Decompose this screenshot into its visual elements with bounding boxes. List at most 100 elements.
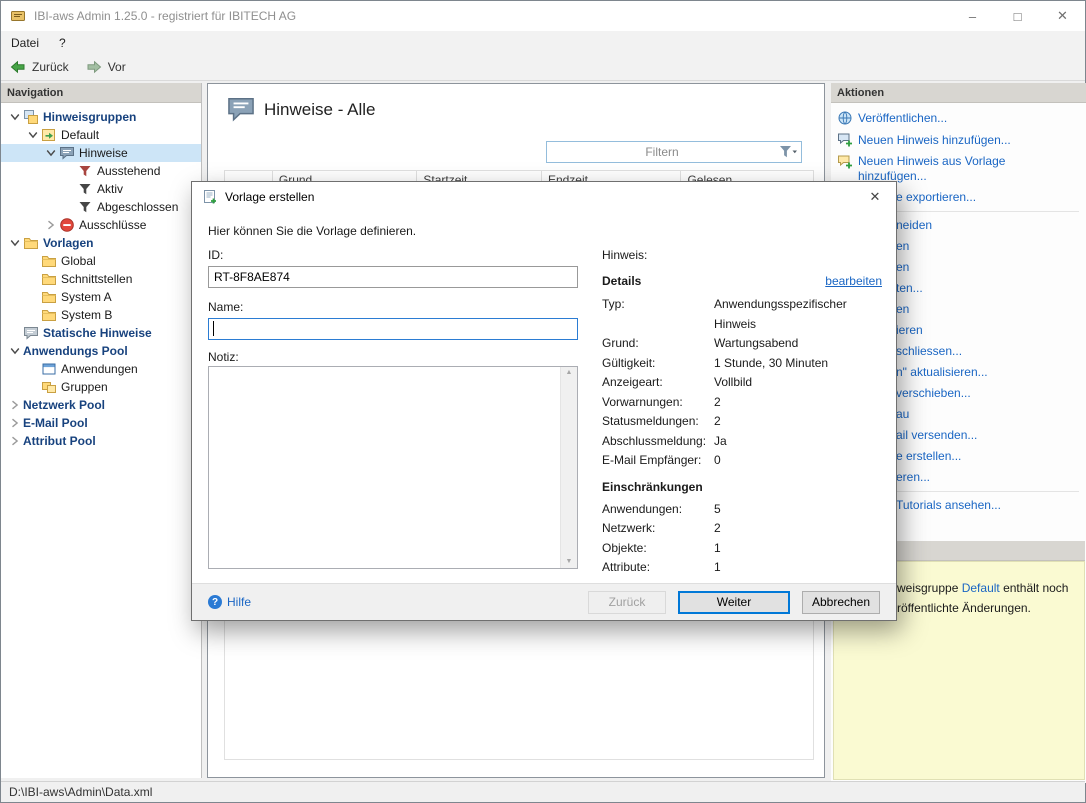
hinweis-icon (59, 145, 75, 161)
detail-label: Vorwarnungen: (602, 393, 714, 413)
chevron-down-icon[interactable] (43, 149, 59, 157)
window-icon (41, 361, 57, 377)
page-title: Hinweise - Alle (264, 100, 376, 120)
detail-value: 1 Stunde, 30 Minuten (714, 354, 882, 374)
maximize-button[interactable]: □ (995, 1, 1040, 31)
tree-item-anwendungs-pool[interactable]: Anwendungs Pool (1, 342, 201, 360)
tree-item-gruppen[interactable]: Gruppen (1, 378, 201, 396)
detail-value: Ja (714, 432, 882, 452)
help-icon: ? (208, 595, 222, 609)
tree-item-hinweisgruppen[interactable]: Hinweisgruppen (1, 108, 201, 126)
tree-item-label: Ausschlüsse (79, 218, 150, 232)
next-button[interactable]: Weiter (678, 591, 790, 614)
actions-header: Aktionen (831, 83, 1086, 103)
dialog-close-icon[interactable]: ✕ (854, 182, 896, 212)
tree-item-label: Aktiv (97, 182, 127, 196)
forward-button[interactable]: Vor (77, 54, 134, 80)
back-label: Zurück (32, 60, 69, 74)
navigation-panel: Navigation HinweisgruppenDefaultHinweise… (1, 83, 202, 778)
hinweis-bubble-icon (226, 96, 256, 122)
tree-item-label: Anwendungen (61, 362, 142, 376)
add-hinweis-icon (837, 132, 853, 148)
menu-help[interactable]: ? (49, 31, 76, 54)
scroll-down-icon[interactable]: ▼ (566, 558, 573, 566)
action-label: Neuen Hinweis hinzufügen... (858, 133, 1011, 148)
action-label: neiden (896, 218, 932, 233)
chevron-down-icon[interactable] (7, 347, 23, 355)
chevron-down-icon[interactable] (7, 113, 23, 121)
tree-item-aktiv[interactable]: Aktiv (1, 180, 201, 198)
tree-item-label: Anwendungs Pool (23, 344, 132, 358)
tree-item-attribut-pool[interactable]: Attribut Pool (1, 432, 201, 450)
chevron-right-icon[interactable] (43, 220, 59, 230)
id-field[interactable] (208, 266, 578, 288)
text-caret (213, 321, 214, 336)
tree-item-e-mail-pool[interactable]: E-Mail Pool (1, 414, 201, 432)
action-label: schliessen... (896, 344, 962, 359)
detail-label: Abschlussmeldung: (602, 432, 714, 452)
tree-item-abgeschlossen[interactable]: Abgeschlossen (1, 198, 201, 216)
detail-label: Objekte: (602, 539, 714, 559)
menu-datei[interactable]: Datei (1, 31, 49, 54)
tree-item-ausstehend[interactable]: Ausstehend (1, 162, 201, 180)
title-bar: IBI-aws Admin 1.25.0 - registriert für I… (1, 1, 1085, 31)
scroll-up-icon[interactable]: ▲ (566, 369, 573, 377)
tree-item-label: Abgeschlossen (97, 200, 182, 214)
forward-arrow-icon (85, 59, 103, 75)
app-icon (10, 8, 26, 24)
hinweis-details-section: Hinweis: Details bearbeiten Typ:Anwendun… (602, 248, 882, 578)
folder-icon (41, 271, 57, 287)
detail-label: Typ: (602, 295, 714, 334)
notiz-scrollbar[interactable]: ▲ ▼ (560, 367, 577, 568)
tree-item-anwendungen[interactable]: Anwendungen (1, 360, 201, 378)
cancel-button[interactable]: Abbrechen (802, 591, 880, 614)
chevron-down-icon[interactable] (25, 131, 41, 139)
detail-row: Anzeigeart:Vollbild (602, 373, 882, 393)
folder-icon (41, 253, 57, 269)
notice-default-link[interactable]: Default (962, 581, 1000, 595)
help-label: Hilfe (227, 595, 251, 609)
filter-active-icon (77, 181, 93, 197)
action-ver-ffentlichen[interactable]: Veröffentlichen... (831, 107, 1086, 129)
folder-icon (41, 307, 57, 323)
filter-funnel-icon[interactable] (777, 145, 801, 159)
tree-item-global[interactable]: Global (1, 252, 201, 270)
detail-value: 5 (714, 500, 882, 520)
action-label: en (896, 239, 909, 254)
notiz-field[interactable]: ▲ ▼ (208, 366, 578, 569)
tree-item-schnittstellen[interactable]: Schnittstellen (1, 270, 201, 288)
bearbeiten-link[interactable]: bearbeiten (825, 274, 882, 288)
tree-item-hinweise[interactable]: Hinweise (1, 144, 201, 162)
tree-item-label: Default (61, 128, 103, 142)
menu-bar: Datei ? (1, 31, 1085, 54)
chevron-right-icon[interactable] (7, 418, 23, 428)
back-button[interactable]: Zurück (1, 54, 77, 80)
action-neuen-hinweis-hinzuf-gen[interactable]: Neuen Hinweis hinzufügen... (831, 129, 1086, 151)
chevron-down-icon[interactable] (7, 239, 23, 247)
filter-input[interactable] (547, 142, 777, 162)
detail-value: 2 (714, 519, 882, 539)
window-controls: – □ ✕ (950, 1, 1085, 31)
chevron-right-icon[interactable] (7, 400, 23, 410)
name-label: Name: (208, 300, 243, 314)
tree-item-statische-hinweise[interactable]: Statische Hinweise (1, 324, 201, 342)
action-label: verschieben... (896, 386, 971, 401)
tree-item-system-a[interactable]: System A (1, 288, 201, 306)
tree-item-system-b[interactable]: System B (1, 306, 201, 324)
detail-label: E-Mail Empfänger: (602, 451, 714, 471)
detail-label: Grund: (602, 334, 714, 354)
detail-value: 2 (714, 412, 882, 432)
tree-item-ausschl-sse[interactable]: Ausschlüsse (1, 216, 201, 234)
template-add-icon (837, 154, 853, 170)
tree-item-default[interactable]: Default (1, 126, 201, 144)
detail-value: Wartungsabend (714, 334, 882, 354)
chevron-right-icon[interactable] (7, 436, 23, 446)
help-button[interactable]: ? Hilfe (208, 595, 251, 609)
tree-item-vorlagen[interactable]: Vorlagen (1, 234, 201, 252)
tree-item-netzwerk-pool[interactable]: Netzwerk Pool (1, 396, 201, 414)
minimize-button[interactable]: – (950, 1, 995, 31)
back-arrow-icon (9, 59, 27, 75)
close-button[interactable]: ✕ (1040, 1, 1085, 31)
name-field[interactable] (208, 318, 578, 340)
folder-icon (23, 235, 39, 251)
